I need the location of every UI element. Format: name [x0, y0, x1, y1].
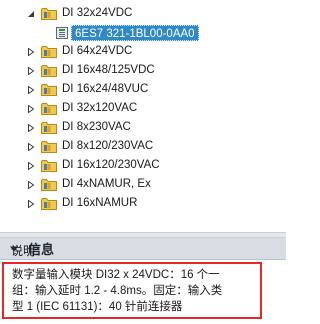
description-line: 型 1 (IEC 61131)：40 针前连接器 — [12, 301, 183, 313]
folder-icon — [41, 121, 57, 134]
folder-icon — [41, 178, 57, 191]
module-icon — [55, 26, 69, 40]
description-line: 组：输入延时 1.2 - 4.8ms。固定：输入类 — [12, 285, 223, 297]
collapsed-arrow-icon[interactable] — [26, 137, 36, 156]
tree-item-label: DI 4xNAMUR, Ex — [62, 178, 151, 190]
selected-module-label: 6ES7 321-1BL00-0AA0 — [71, 24, 199, 41]
collapsed-arrow-icon[interactable] — [26, 194, 36, 213]
collapsed-arrow-icon[interactable] — [26, 156, 36, 175]
tree-item-di-16x48-125vdc[interactable]: DI 16x48/125VDC — [0, 61, 286, 80]
tree-item-di-16xnamur[interactable]: DI 16xNAMUR — [0, 194, 286, 213]
collapsed-arrow-icon[interactable] — [26, 99, 36, 118]
folder-icon — [41, 64, 57, 77]
description-text-box: 数字量输入模块 DI32 x 24VDC：16 个一 组：输入延时 1.2 - … — [2, 262, 262, 319]
tree-item-di-8x120-230vac[interactable]: DI 8x120/230VAC — [0, 137, 286, 156]
expanded-arrow-icon[interactable] — [26, 4, 36, 23]
collapsed-arrow-icon[interactable] — [26, 61, 36, 80]
tree-item-label: DI 16x120/230VAC — [62, 159, 160, 171]
tree-item-di-4xnamur-ex[interactable]: DI 4xNAMUR, Ex — [0, 175, 286, 194]
collapsed-arrow-icon[interactable] — [26, 42, 36, 61]
collapsed-arrow-icon[interactable] — [26, 80, 36, 99]
hardware-catalog: DI 32x24VDC 6ES7 321-1BL00-0AA0 DI 64x24… — [0, 0, 286, 324]
tree-item-module[interactable]: 6ES7 321-1BL00-0AA0 — [0, 23, 286, 42]
tree-item-label: DI 32x24VDC — [62, 7, 133, 19]
collapsed-arrow-icon[interactable] — [26, 175, 36, 194]
folder-icon — [41, 7, 57, 20]
collapsed-arrow-icon[interactable] — [26, 118, 36, 137]
tree-item-label: DI 8x120/230VAC — [62, 140, 154, 152]
tree-item-di-8x230vac[interactable]: DI 8x230VAC — [0, 118, 286, 137]
tree-item-di-64x24vdc[interactable]: DI 64x24VDC — [0, 42, 286, 61]
folder-icon — [41, 140, 57, 153]
description-line: 数字量输入模块 DI32 x 24VDC：16 个一 — [12, 269, 220, 281]
tree-item-label: DI 16xNAMUR — [62, 197, 138, 209]
tree-item-di-16x120-230vac[interactable]: DI 16x120/230VAC — [0, 156, 286, 175]
tree-item-di-32x120vac[interactable]: DI 32x120VAC — [0, 99, 286, 118]
catalog-tree: DI 32x24VDC 6ES7 321-1BL00-0AA0 DI 64x24… — [0, 0, 286, 232]
tree-item-label: DI 8x230VAC — [62, 121, 131, 133]
folder-icon — [41, 159, 57, 172]
tree-item-label: DI 64x24VDC — [62, 45, 133, 57]
tree-item-label: DI 16x48/125VDC — [62, 64, 155, 76]
tree-item-di-16x24-48vuc[interactable]: DI 16x24/48VUC — [0, 80, 286, 99]
tree-item-label: DI 32x120VAC — [62, 102, 138, 114]
folder-icon — [41, 102, 57, 115]
tree-item-di-32x24vdc[interactable]: DI 32x24VDC — [0, 4, 286, 23]
tree-item-label: DI 16x24/48VUC — [62, 83, 149, 95]
folder-icon — [41, 45, 57, 58]
folder-icon — [41, 83, 57, 96]
folder-icon — [41, 197, 57, 210]
description-label: 说明： — [11, 244, 48, 258]
